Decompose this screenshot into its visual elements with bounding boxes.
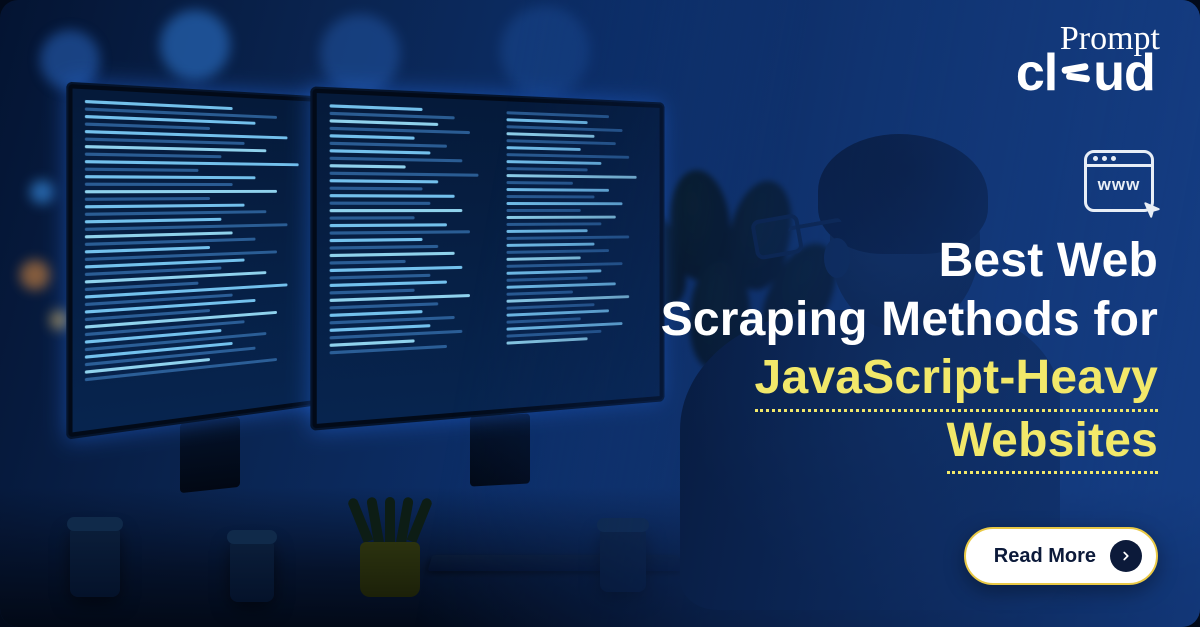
coffee-cup: [70, 527, 120, 597]
hero-banner: Prompt clud www Best Web Scraping Method…: [0, 0, 1200, 627]
headline-line-3: JavaScript-Heavy: [755, 349, 1158, 412]
headline-line-4: Websites: [947, 412, 1158, 475]
left-monitor: [66, 82, 333, 440]
cta-label: Read More: [994, 545, 1096, 568]
cloud-swirl-icon: [1060, 62, 1090, 84]
logo-bottom-suffix: ud: [1093, 53, 1155, 94]
headline-line-1: Best Web: [578, 232, 1158, 291]
coffee-cup: [230, 540, 274, 602]
chevron-right-icon: [1110, 540, 1142, 572]
logo-bottom-prefix: cl: [1016, 53, 1057, 94]
desk-plant: [350, 497, 440, 547]
www-label: www: [1087, 175, 1151, 195]
promptcloud-logo: Prompt clud: [1016, 26, 1160, 93]
headline: Best Web Scraping Methods for JavaScript…: [578, 232, 1158, 474]
cursor-click-icon: [1142, 200, 1162, 220]
coffee-cup: [600, 528, 646, 592]
headline-line-2: Scraping Methods for: [578, 291, 1158, 350]
browser-www-icon: www: [1084, 150, 1154, 212]
read-more-button[interactable]: Read More: [964, 527, 1158, 585]
